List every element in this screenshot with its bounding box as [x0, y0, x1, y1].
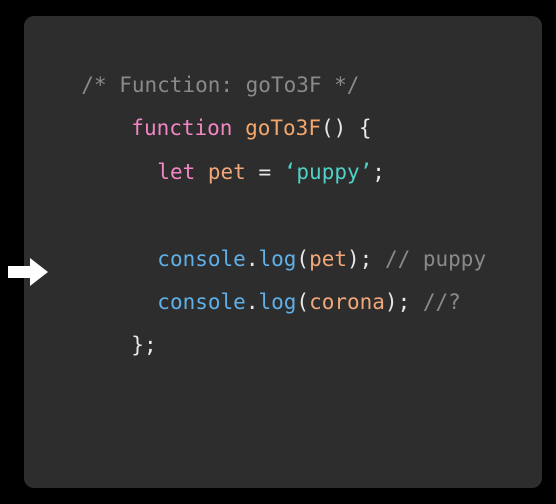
- argument-corona: corona: [309, 290, 385, 314]
- code-line-5: console.log(pet); // puppy: [132, 214, 486, 271]
- log-method: log: [258, 290, 297, 314]
- inline-comment: //?: [422, 290, 461, 314]
- semicolon: ;: [372, 160, 385, 184]
- variable-pet: pet: [207, 160, 246, 184]
- string-puppy: ‘puppy’: [283, 160, 373, 184]
- code-line-6: console.log(corona); //?: [132, 257, 461, 314]
- assign-operator: =: [245, 160, 284, 184]
- console-object: console: [157, 290, 246, 314]
- code-line-2: function goTo3F() {: [106, 83, 371, 140]
- code-line-1: /* Function: goTo3F */: [56, 40, 359, 97]
- close-paren: );: [384, 290, 411, 314]
- dot: .: [245, 290, 259, 314]
- code-line-3: let pet = ‘puppy’;: [132, 127, 385, 184]
- keyword-let: let: [157, 160, 196, 184]
- code-line-7: };: [106, 300, 156, 357]
- closing-brace: };: [131, 333, 157, 357]
- open-paren: (: [296, 290, 310, 314]
- right-arrow-icon: [8, 258, 48, 286]
